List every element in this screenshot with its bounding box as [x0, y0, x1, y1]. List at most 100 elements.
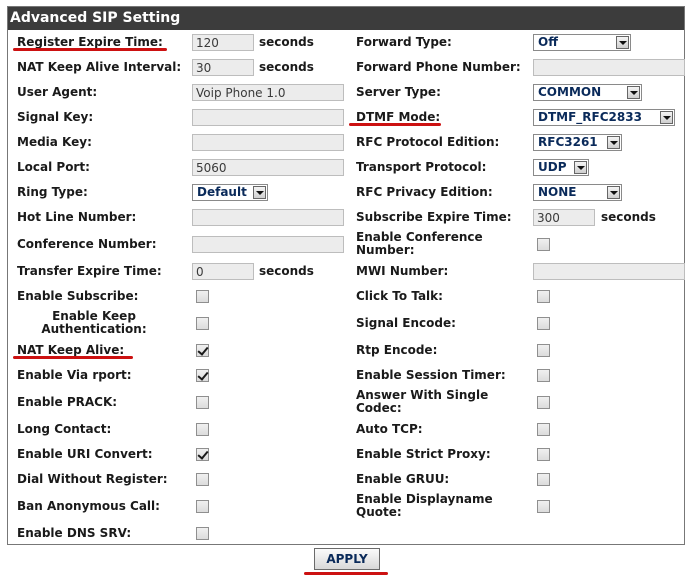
forward-phone-number-label: Forward Phone Number:	[356, 60, 521, 74]
enable-subscribe-checkbox[interactable]	[196, 290, 209, 303]
auto-tcp-label: Auto TCP:	[356, 422, 423, 436]
long-contact-label: Long Contact:	[17, 422, 112, 436]
click-to-talk-checkbox[interactable]	[537, 290, 550, 303]
answer-with-single-codec-label: Answer With Single Codec:	[356, 388, 489, 415]
register-expire-time-input[interactable]	[192, 34, 254, 51]
user-agent-input[interactable]	[192, 84, 344, 101]
transport-protocol-value: UDP	[538, 160, 567, 174]
forward-type-label: Forward Type:	[356, 35, 452, 49]
enable-dns-srv-label: Enable DNS SRV:	[17, 526, 132, 540]
enable-session-timer-checkbox[interactable]	[537, 369, 550, 382]
enable-displayname-quote-checkbox[interactable]	[537, 500, 550, 513]
server-type-value: COMMON	[538, 85, 602, 99]
register-expire-time-highlight	[13, 48, 167, 51]
hot-line-number-input[interactable]	[192, 209, 344, 226]
rfc-privacy-edition-label: RFC Privacy Edition:	[356, 185, 493, 199]
signal-key-label: Signal Key:	[17, 110, 94, 124]
auto-tcp-checkbox[interactable]	[537, 423, 550, 436]
mwi-number-label: MWI Number:	[356, 264, 449, 278]
rfc-privacy-edition-value: NONE	[538, 185, 577, 199]
enable-strict-proxy-checkbox[interactable]	[537, 448, 550, 461]
long-contact-checkbox[interactable]	[196, 423, 209, 436]
ban-anonymous-call-label: Ban Anonymous Call:	[17, 499, 160, 513]
dtmf-mode-select[interactable]: DTMF_RFC2833	[533, 109, 675, 126]
enable-keep-authentication-checkbox[interactable]	[196, 317, 209, 330]
transfer-expire-time-input[interactable]	[192, 263, 254, 280]
server-type-label: Server Type:	[356, 85, 441, 99]
chevron-down-icon[interactable]	[627, 86, 640, 99]
enable-strict-proxy-label: Enable Strict Proxy:	[356, 447, 491, 461]
subscribe-expire-time-unit: seconds	[601, 210, 656, 224]
nat-keep-alive-checkbox[interactable]	[196, 344, 209, 357]
advanced-sip-panel: Advanced SIP Setting Register Expire Tim…	[7, 6, 685, 545]
subscribe-expire-time-input[interactable]	[533, 209, 595, 226]
local-port-input[interactable]	[192, 159, 344, 176]
user-agent-label: User Agent:	[17, 85, 98, 99]
ban-anonymous-call-checkbox[interactable]	[196, 500, 209, 513]
nat-keep-alive-interval-input[interactable]	[192, 59, 254, 76]
ring-type-select[interactable]: Default	[192, 184, 268, 201]
enable-subscribe-label: Enable Subscribe:	[17, 289, 139, 303]
transport-protocol-label: Transport Protocol:	[356, 160, 487, 174]
enable-session-timer-label: Enable Session Timer:	[356, 368, 506, 382]
chevron-down-icon[interactable]	[616, 36, 629, 49]
transfer-expire-time-unit: seconds	[259, 264, 314, 278]
enable-gruu-label: Enable GRUU:	[356, 472, 450, 486]
dtmf-mode-highlight	[349, 123, 441, 126]
rfc-privacy-edition-select[interactable]: NONE	[533, 184, 622, 201]
forward-type-select[interactable]: Off	[533, 34, 631, 51]
enable-uri-convert-label: Enable URI Convert:	[17, 447, 153, 461]
dial-without-register-checkbox[interactable]	[196, 473, 209, 486]
forward-type-value: Off	[538, 35, 558, 49]
enable-uri-convert-checkbox[interactable]	[196, 448, 209, 461]
ring-type-value: Default	[197, 185, 247, 199]
nat-keep-alive-highlight	[13, 356, 133, 359]
rfc-protocol-edition-value: RFC3261	[538, 135, 598, 149]
panel-title: Advanced SIP Setting	[8, 7, 684, 30]
media-key-input[interactable]	[192, 134, 344, 151]
enable-conference-number-checkbox[interactable]	[537, 238, 550, 251]
nat-keep-alive-interval-unit: seconds	[259, 60, 314, 74]
apply-button[interactable]: APPLY	[314, 548, 380, 570]
local-port-label: Local Port:	[17, 160, 90, 174]
chevron-down-icon[interactable]	[574, 161, 587, 174]
dial-without-register-label: Dial Without Register:	[17, 472, 168, 486]
hot-line-number-label: Hot Line Number:	[17, 210, 137, 224]
enable-displayname-quote-label: Enable Displayname Quote:	[356, 492, 493, 519]
enable-gruu-checkbox[interactable]	[537, 473, 550, 486]
nat-keep-alive-interval-label: NAT Keep Alive Interval:	[17, 60, 182, 74]
chevron-down-icon[interactable]	[607, 136, 620, 149]
enable-dns-srv-checkbox[interactable]	[196, 527, 209, 540]
mwi-number-input[interactable]	[533, 263, 685, 280]
transport-protocol-select[interactable]: UDP	[533, 159, 589, 176]
signal-encode-label: Signal Encode:	[356, 316, 456, 330]
chevron-down-icon[interactable]	[660, 111, 673, 124]
transfer-expire-time-label: Transfer Expire Time:	[17, 264, 162, 278]
conference-number-input[interactable]	[192, 236, 344, 253]
answer-with-single-codec-checkbox[interactable]	[537, 396, 550, 409]
rfc-protocol-edition-select[interactable]: RFC3261	[533, 134, 622, 151]
signal-key-input[interactable]	[192, 109, 344, 126]
enable-via-rport-label: Enable Via rport:	[17, 368, 132, 382]
ring-type-label: Ring Type:	[17, 185, 88, 199]
conference-number-label: Conference Number:	[17, 237, 157, 251]
forward-phone-number-input[interactable]	[533, 59, 685, 76]
register-expire-time-unit: seconds	[259, 35, 314, 49]
enable-via-rport-checkbox[interactable]	[196, 369, 209, 382]
apply-highlight	[304, 572, 388, 575]
rtp-encode-label: Rtp Encode:	[356, 343, 438, 357]
server-type-select[interactable]: COMMON	[533, 84, 642, 101]
chevron-down-icon[interactable]	[607, 186, 620, 199]
chevron-down-icon[interactable]	[253, 186, 266, 199]
enable-prack-checkbox[interactable]	[196, 396, 209, 409]
dtmf-mode-value: DTMF_RFC2833	[538, 110, 642, 124]
media-key-label: Media Key:	[17, 135, 92, 149]
rfc-protocol-edition-label: RFC Protocol Edition:	[356, 135, 500, 149]
enable-prack-label: Enable PRACK:	[17, 395, 118, 409]
signal-encode-checkbox[interactable]	[537, 317, 550, 330]
click-to-talk-label: Click To Talk:	[356, 289, 443, 303]
enable-keep-authentication-label: Enable Keep Authentication:	[41, 309, 147, 336]
enable-conference-number-label: Enable Conference Number:	[356, 230, 483, 257]
rtp-encode-checkbox[interactable]	[537, 344, 550, 357]
subscribe-expire-time-label: Subscribe Expire Time:	[356, 210, 512, 224]
